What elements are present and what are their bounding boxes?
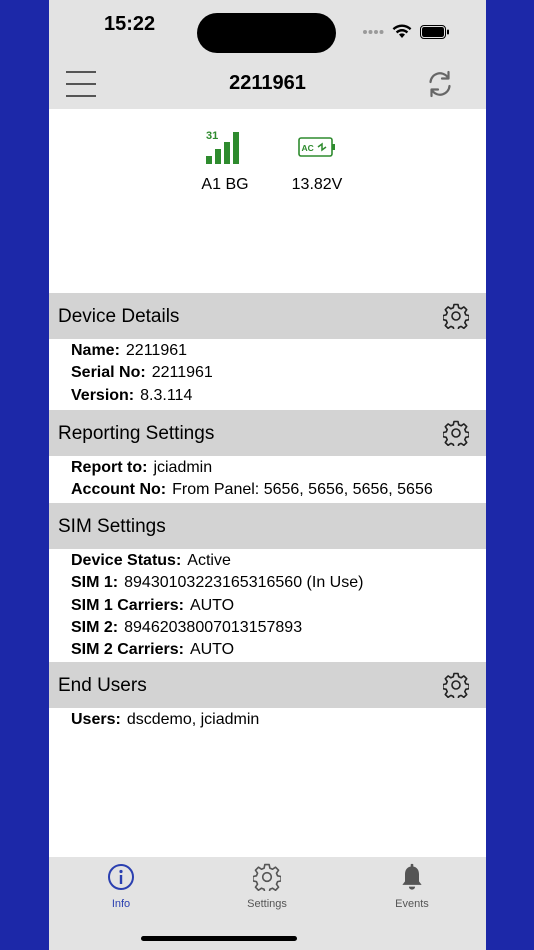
detail-row: SIM 1 Carriers: AUTO [71,596,235,614]
detail-row: SIM 1: 89430103223165316560 (In Use) [71,574,364,592]
device-details-settings-button[interactable] [442,303,470,332]
detail-row: Report to: jciadmin [71,459,213,476]
carrier-label: A1 BG [201,176,249,193]
info-icon [108,864,134,890]
system-icons [362,24,450,39]
navigation-bar: 2211961 [49,56,486,109]
section-title: End Users [58,675,147,696]
sim-settings-list: Device Status: Active SIM 1: 8943010322316… [71,550,363,661]
detail-row: Account No: From Panel: 5656, 5656, 5656,… [71,481,433,499]
svg-text:31: 31 [206,130,218,142]
tab-label: Settings [247,898,287,910]
detail-row: Version: 8.3.114 [71,386,193,404]
device-details-header: Device Details [49,293,486,339]
reporting-settings-list: Report to: jciadmin Account No: From Panel… [71,457,433,502]
reporting-settings-button[interactable] [442,420,470,449]
app-screen: 15:22 2211961 31 A1 BG AC 13.82V Device … [49,0,486,950]
bell-icon [402,863,422,890]
refresh-button[interactable] [426,70,454,98]
device-details-list: Name: 2211961 Serial No: 2211961 Version: 8… [71,340,213,407]
reporting-settings-header: Reporting Settings [49,410,486,456]
gear-icon [442,420,470,449]
tab-label: Info [111,898,131,910]
end-users-settings-button[interactable] [442,672,470,701]
voltage-label: 13.82V [291,176,343,193]
tab-events[interactable]: Events [377,863,447,910]
dynamic-island [197,13,336,53]
section-title: Device Details [58,306,180,327]
power-indicator: AC 13.82V [287,129,347,194]
page-title: 2211961 [229,72,306,94]
detail-row: Users: dscdemo, jciadmin [71,711,260,728]
signal-indicator: 31 A1 BG [195,129,255,194]
tab-info[interactable]: Info [86,863,156,910]
section-title: Reporting Settings [58,423,215,444]
clock: 15:22 [104,13,156,35]
cellular-dots-icon [363,29,384,34]
ac-power-icon: AC [298,137,335,157]
home-indicator [141,936,297,941]
signal-icon: 31 [206,130,239,164]
end-users-header: End Users [49,662,486,708]
sim-settings-header: SIM Settings [49,503,486,549]
device-status-area: 31 A1 BG AC 13.82V [49,109,486,293]
refresh-icon [429,70,451,98]
section-title: SIM Settings [58,516,166,537]
detail-row: SIM 2 Carriers: AUTO [71,641,235,659]
detail-row: SIM 2: 89462038007013157893 [71,618,303,636]
svg-text:AC: AC [302,143,314,153]
detail-row: Serial No: 2211961 [71,364,213,382]
battery-icon [420,24,449,39]
gear-icon [252,863,282,894]
wifi-icon [392,24,412,38]
detail-row: Name: 2211961 [71,342,188,359]
tab-label: Events [395,898,429,910]
gear-icon [442,303,470,332]
end-users-list: Users: dscdemo, jciadmin [71,709,259,731]
status-bar: 15:22 [49,0,486,56]
detail-row: Device Status: Active [71,552,231,569]
tab-settings[interactable]: Settings [232,863,302,910]
gear-icon [442,672,470,701]
